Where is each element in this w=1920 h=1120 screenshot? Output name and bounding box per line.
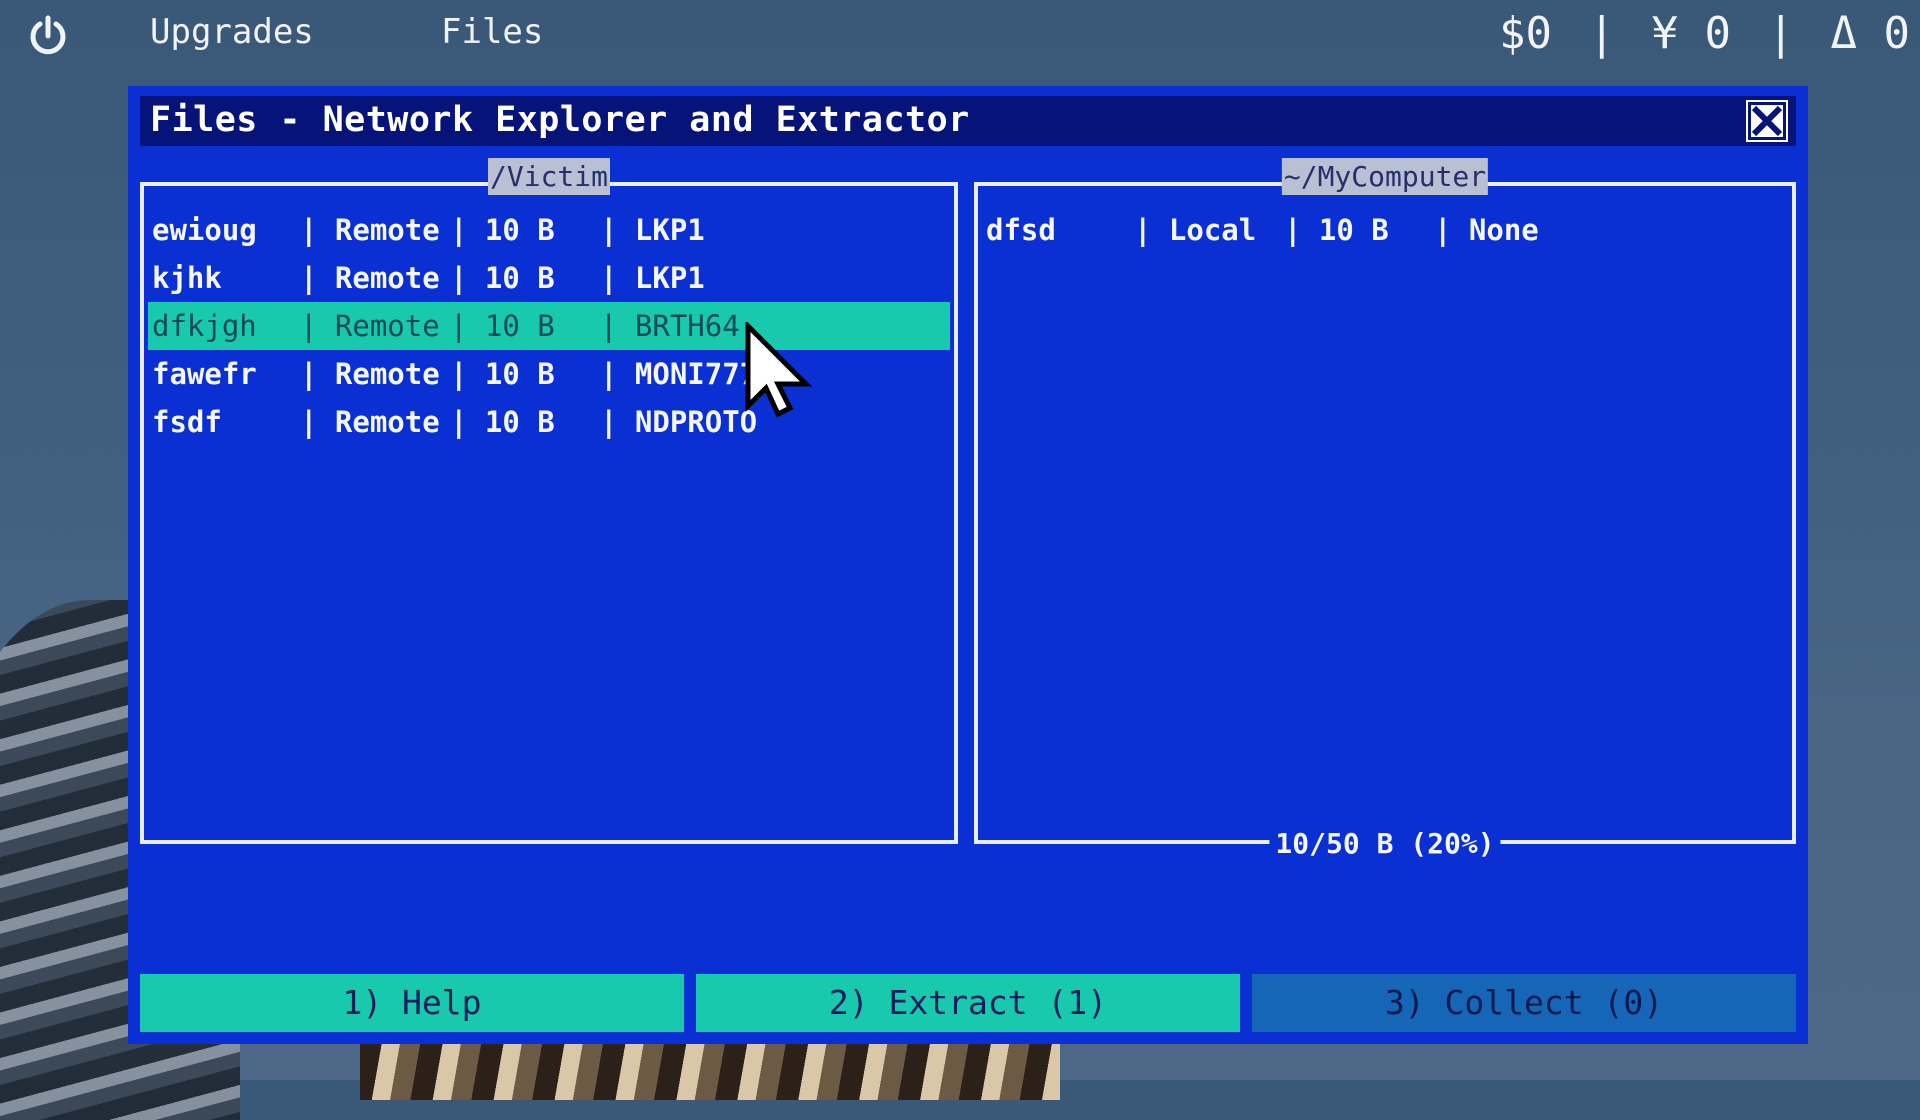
file-size: | 10 B (1284, 213, 1389, 247)
file-row[interactable]: fawefr | Remote | 10 B | MONI777 (148, 350, 950, 398)
storage-capacity: 10/50 B (20%) (1269, 827, 1501, 860)
power-icon[interactable] (26, 14, 70, 58)
help-button[interactable]: 1) Help (140, 974, 684, 1032)
file-name: ewioug (152, 213, 257, 247)
file-type: | NDPROTO (600, 405, 758, 439)
file-name: dfkjgh (152, 309, 257, 343)
mouse-cursor-icon (745, 322, 813, 418)
close-icon (1748, 102, 1786, 140)
window-title: Files - Network Explorer and Extractor (150, 100, 970, 140)
menu-files[interactable]: Files (441, 12, 543, 52)
window-titlebar[interactable]: Files - Network Explorer and Extractor (140, 96, 1796, 146)
top-bar: Upgrades Files $0 | ¥ 0 | Δ 0 (0, 0, 1920, 72)
file-type: | LKP1 (600, 261, 705, 295)
file-name: fsdf (152, 405, 222, 439)
file-row[interactable]: dfsd | Local | 10 B | None (982, 206, 1788, 254)
background-roof (360, 1040, 1060, 1100)
file-type: | None (1434, 213, 1539, 247)
separator: | (1767, 8, 1795, 59)
file-size: | 10 B (450, 405, 555, 439)
file-type: | MONI777 (600, 357, 758, 391)
victim-pane[interactable]: /Victim ewioug | Remote | 10 B | LKP1 kj… (140, 158, 958, 844)
file-row[interactable]: ewioug | Remote | 10 B | LKP1 (148, 206, 950, 254)
menu-upgrades[interactable]: Upgrades (150, 12, 314, 52)
dollar-balance: $0 (1499, 8, 1553, 59)
extract-button[interactable]: 2) Extract (1) (696, 974, 1240, 1032)
currency-display: $0 | ¥ 0 | Δ 0 (1499, 8, 1920, 59)
file-row[interactable]: kjhk | Remote | 10 B | LKP1 (148, 254, 950, 302)
file-type: | BRTH64 (600, 309, 740, 343)
file-name: fawefr (152, 357, 257, 391)
close-button[interactable] (1746, 100, 1788, 142)
file-location: | Remote (300, 405, 440, 439)
file-size: | 10 B (450, 357, 555, 391)
file-location: | Local (1134, 213, 1257, 247)
file-location: | Remote (300, 309, 440, 343)
file-size: | 10 B (450, 261, 555, 295)
mycomputer-pane[interactable]: ~/MyComputer dfsd | Local | 10 B | None … (974, 158, 1796, 860)
file-type: | LKP1 (600, 213, 705, 247)
victim-file-list: ewioug | Remote | 10 B | LKP1 kjhk | Rem… (148, 206, 950, 446)
files-window: Files - Network Explorer and Extractor /… (128, 86, 1808, 1044)
file-name: dfsd (986, 213, 1056, 247)
file-size: | 10 B (450, 213, 555, 247)
file-location: | Remote (300, 357, 440, 391)
file-row[interactable]: fsdf | Remote | 10 B | NDPROTO (148, 398, 950, 446)
file-name: kjhk (152, 261, 222, 295)
separator: | (1588, 8, 1616, 59)
file-row-selected[interactable]: dfkjgh | Remote | 10 B | BRTH64 (148, 302, 950, 350)
file-size: | 10 B (450, 309, 555, 343)
file-location: | Remote (300, 213, 440, 247)
pane-label-victim: /Victim (487, 158, 611, 195)
local-file-list: dfsd | Local | 10 B | None (982, 206, 1788, 254)
collect-button[interactable]: 3) Collect (0) (1252, 974, 1796, 1032)
pane-label-mycomputer: ~/MyComputer (1281, 158, 1489, 195)
file-location: | Remote (300, 261, 440, 295)
delta-balance: Δ 0 (1830, 8, 1910, 59)
yen-balance: ¥ 0 (1651, 8, 1732, 59)
